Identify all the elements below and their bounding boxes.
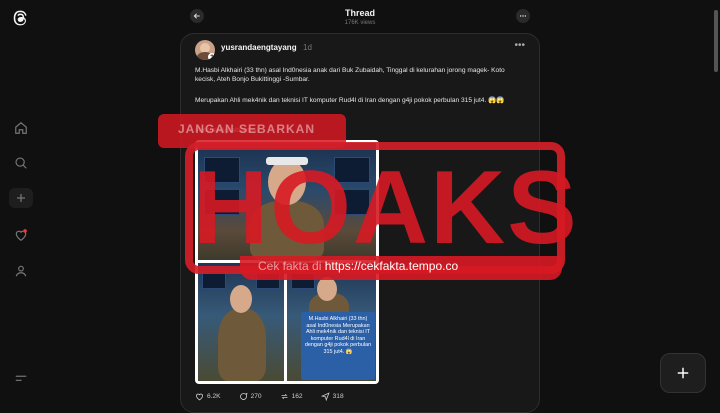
home-icon[interactable]: [11, 118, 31, 138]
post-actions: 6.2K 270 162 318: [195, 390, 344, 402]
image-caption: M.Hasbi Alkhairi (33 thn) asal Ind0nesia…: [301, 312, 375, 380]
page-title: Thread: [344, 8, 375, 18]
photo-bottom-left: [198, 263, 284, 381]
comment-icon: [239, 392, 248, 400]
factcheck-url-prefix: Cek fakta di: [258, 259, 322, 273]
follow-plus-icon[interactable]: +: [208, 53, 215, 60]
profile-icon[interactable]: [11, 261, 31, 281]
heart-icon: [196, 393, 203, 400]
post-username[interactable]: yusrandaengtayang: [221, 43, 297, 52]
like-count: 6.2K: [207, 392, 221, 400]
more-icon[interactable]: [516, 9, 530, 23]
post-paragraph-2: Merupakan Ahli mek4nik dan teknisi IT ko…: [195, 97, 505, 104]
heart-icon[interactable]: [11, 225, 31, 245]
create-icon[interactable]: [9, 188, 33, 208]
hoaks-stamp-frame: HOAKS: [185, 142, 579, 274]
like-button[interactable]: 6.2K: [195, 392, 221, 401]
repost-icon: [281, 393, 288, 399]
plus-icon: [677, 367, 689, 379]
threads-logo-icon[interactable]: [11, 8, 31, 28]
scrollbar[interactable]: [714, 10, 718, 72]
hoaks-stamp-text: HOAKS: [193, 150, 579, 266]
comment-count: 270: [250, 392, 262, 400]
share-icon: [320, 391, 330, 401]
thread-header: Thread 176K views: [180, 6, 540, 30]
factcheck-url: Cek fakta di https://cekfakta.tempo.co: [258, 259, 458, 273]
post-paragraph-1: M.Hasbi Alkhairi (33 thn) asal Ind0nesia…: [195, 67, 505, 83]
repost-button[interactable]: 162: [280, 392, 303, 401]
share-button[interactable]: 318: [320, 391, 344, 401]
view-count: 176K views: [344, 20, 376, 26]
new-thread-button[interactable]: [660, 353, 706, 393]
avatar[interactable]: +: [195, 40, 215, 60]
post-more-icon[interactable]: •••: [514, 40, 525, 51]
search-icon[interactable]: [11, 153, 31, 173]
stamp-ribbon-text: JANGAN SEBARKAN: [178, 122, 316, 136]
menu-icon[interactable]: [11, 368, 31, 388]
sidebar: [0, 0, 44, 405]
post-age: 1d: [303, 43, 312, 52]
share-count: 318: [332, 392, 344, 400]
repost-count: 162: [291, 392, 303, 400]
comment-button[interactable]: 270: [239, 392, 262, 401]
factcheck-url-link: https://cekfakta.tempo.co: [324, 259, 459, 273]
